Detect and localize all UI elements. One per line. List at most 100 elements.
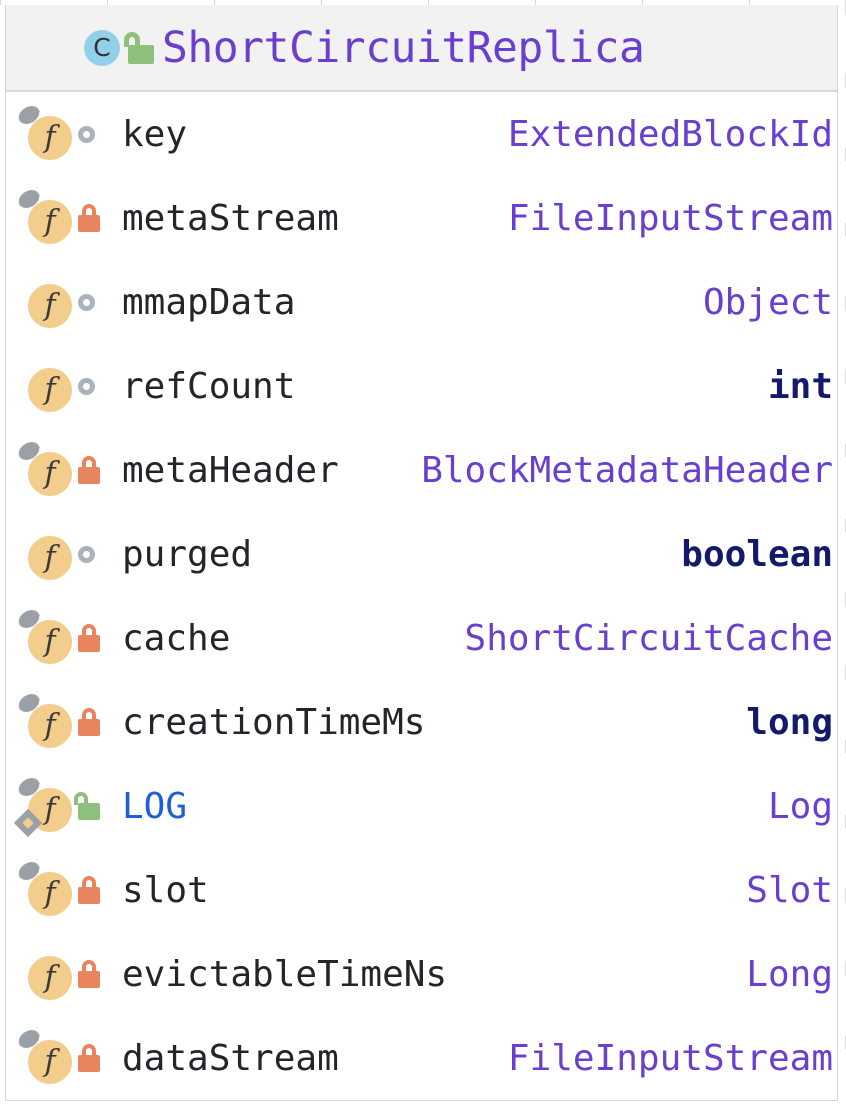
field-icon-letter: f [44,456,56,491]
field-icon-cell: f [15,186,74,246]
field-icon-letter: f [44,204,56,239]
field-icon-letter: f [44,540,56,575]
class-visibility-icon-slot [120,31,162,64]
lock-icon [78,876,100,904]
visibility-icon-cell [74,377,122,395]
visibility-icon-cell [74,960,122,988]
member-name: purged [122,533,253,575]
field-icon: f [28,872,72,916]
field-icon-cell: f [18,526,74,582]
field-icon: f [28,284,72,328]
member-row[interactable]: f metaStream FileInputStream [6,176,837,260]
member-row[interactable]: f purged boolean [6,512,837,596]
member-type: Slot [746,869,833,911]
lock-icon [78,456,100,484]
ring-icon [78,125,95,143]
member-type: FileInputStream [507,1037,833,1079]
visibility-icon-cell [74,545,122,563]
page-ruler-ticks [0,0,846,5]
member-type: Log [767,785,833,827]
member-name: LOG [122,785,188,827]
visibility-icon-cell [74,125,122,143]
member-type: long [746,701,833,743]
field-icon-cell: f [15,690,74,750]
member-row[interactable]: f evictableTimeNs Long [6,932,837,1016]
member-list: f key ExtendedBlockId f metaStream FileInputS… [6,92,837,1100]
class-name-title: ShortCircuitReplica [162,22,645,73]
field-icon-cell: f [18,358,74,414]
class-icon: C [84,29,120,66]
visibility-icon-cell [74,1044,122,1072]
field-icon-cell: f [15,102,74,162]
ring-icon [78,293,95,311]
field-icon-letter: f [44,960,56,995]
member-name: mmapData [122,281,296,323]
member-row[interactable]: f metaHeader BlockMetadataHeader [6,428,837,512]
field-icon: f [28,452,72,496]
visibility-icon-cell [74,293,122,311]
member-type: FileInputStream [507,197,833,239]
member-row[interactable]: f LOG Log [6,764,837,848]
unlock-icon [124,31,154,64]
member-name: evictableTimeNs [122,953,448,995]
lock-icon [78,624,100,652]
visibility-icon-cell [74,876,122,904]
member-row[interactable]: f creationTimeMs long [6,680,837,764]
class-structure-panel: C ShortCircuitReplica f key ExtendedBlockI… [5,5,838,1101]
field-icon-cell: f [18,274,74,330]
member-name: dataStream [122,1037,339,1079]
field-icon-letter: f [44,1044,56,1079]
field-icon: f [28,956,72,1000]
member-name: key [122,113,188,155]
member-row[interactable]: f key ExtendedBlockId [6,92,837,176]
field-icon-letter: f [44,372,56,407]
field-icon-letter: f [44,288,56,323]
member-name: metaStream [122,197,339,239]
member-type: Object [702,281,833,323]
member-type: ExtendedBlockId [507,113,833,155]
visibility-icon-cell [74,624,122,652]
field-icon-letter: f [44,876,56,911]
field-icon-cell: f [15,1026,74,1086]
member-row[interactable]: f dataStream FileInputStream [6,1016,837,1100]
field-icon-letter: f [44,708,56,743]
member-name: metaHeader [122,449,339,491]
field-icon: f [28,704,72,748]
member-type: Long [746,953,833,995]
visibility-icon-cell [74,456,122,484]
field-icon-cell: f [15,438,74,498]
unlock-icon [74,792,100,820]
field-icon: f [28,116,72,160]
class-header-row[interactable]: C ShortCircuitReplica [6,5,837,92]
field-icon-letter: f [44,120,56,155]
field-icon: f [28,536,72,580]
member-type: int [767,365,833,407]
visibility-icon-cell [74,792,122,820]
field-icon-cell: f [18,946,74,1002]
field-icon: f [28,200,72,244]
lock-icon [78,708,100,736]
visibility-icon-cell [74,204,122,232]
member-name: slot [122,869,209,911]
field-icon-cell: f [15,858,74,918]
member-row[interactable]: f slot Slot [6,848,837,932]
member-name: cache [122,617,231,659]
lock-icon [78,204,100,232]
member-type: ShortCircuitCache [464,617,833,659]
visibility-icon-cell [74,708,122,736]
member-type: boolean [681,533,833,575]
member-type: BlockMetadataHeader [421,449,833,491]
member-row[interactable]: f mmapData Object [6,260,837,344]
field-icon-cell: f [13,774,74,838]
ring-icon [78,377,95,395]
field-icon: f [28,620,72,664]
lock-icon [78,960,100,988]
member-row[interactable]: f refCount int [6,344,837,428]
field-icon: f [28,1040,72,1084]
field-icon-cell: f [15,606,74,666]
member-name: creationTimeMs [122,701,426,743]
member-row[interactable]: f cache ShortCircuitCache [6,596,837,680]
lock-icon [78,1044,100,1072]
member-name: refCount [122,365,296,407]
ring-icon [78,545,95,563]
